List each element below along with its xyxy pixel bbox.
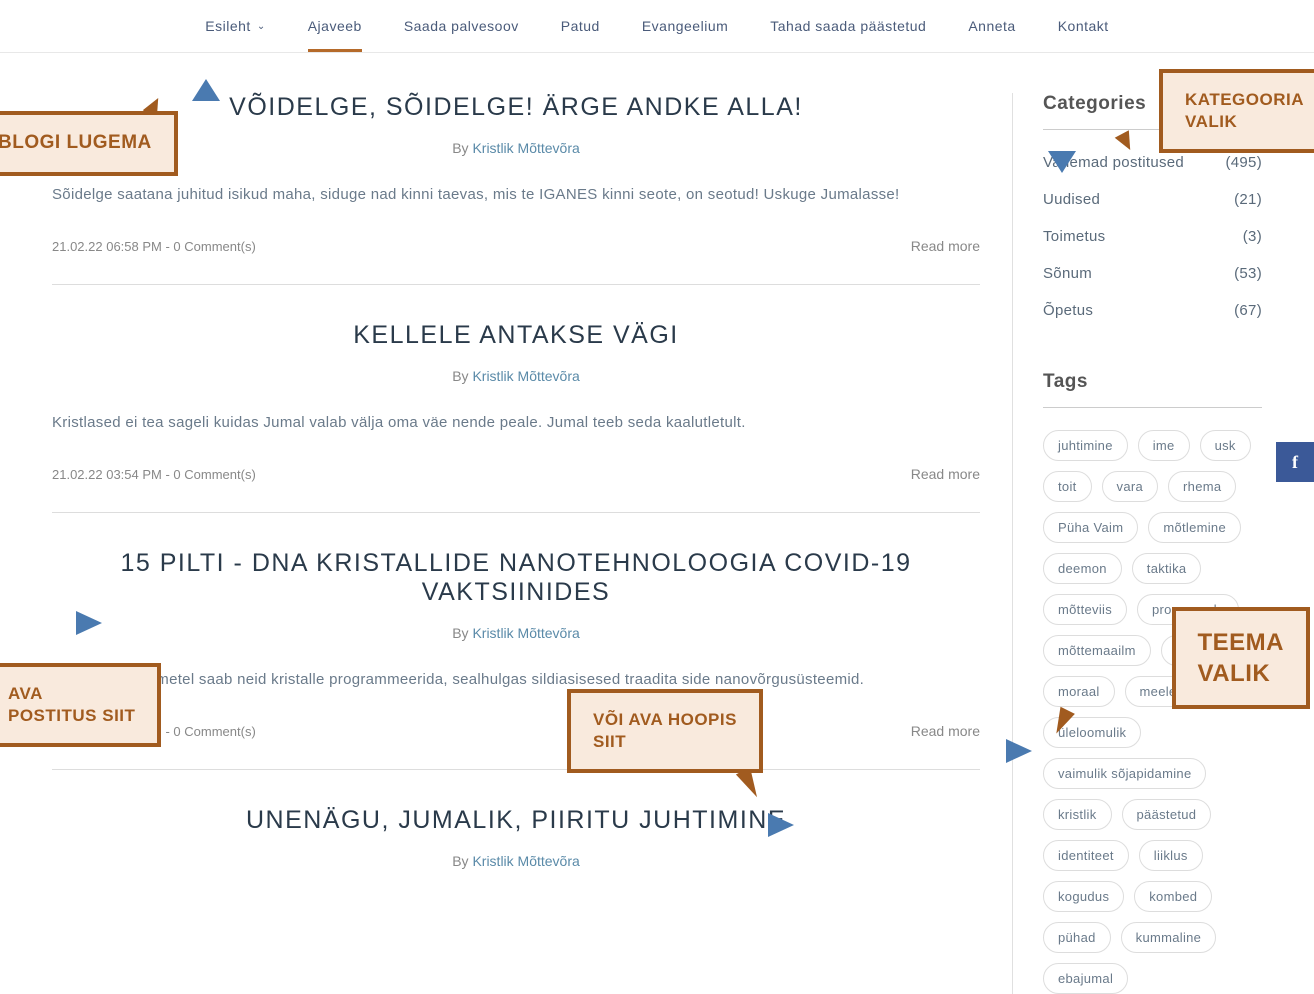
post-excerpt: Kirjanduse andmetel saab neid kristalle … (52, 665, 980, 695)
post-meta: 21.02.22 03:54 PM - 0 Comment(s) Read mor… (52, 466, 980, 482)
nav-item-4[interactable]: Evangeelium (642, 18, 728, 34)
callout-voi: VÕI AVA HOOPISSIIT (567, 689, 763, 773)
tag[interactable]: moraal (1043, 676, 1115, 707)
category-name: Sõnum (1043, 265, 1092, 282)
read-more-link[interactable]: Read more (911, 238, 980, 254)
callout-teema: TEEMAVALIK (1172, 607, 1311, 709)
nav-item-2[interactable]: Saada palvesoov (404, 18, 519, 34)
post-date: 21.02.22 03:54 PM - 0 Comment(s) (52, 467, 256, 482)
post-comments[interactable]: 0 Comment(s) (173, 467, 255, 482)
post: 15 PILTI - DNA KRISTALLIDE NANOTEHNOLOOG… (52, 549, 980, 770)
tag[interactable]: taktika (1132, 553, 1202, 584)
post-date: 21.02.22 06:58 PM - 0 Comment(s) (52, 239, 256, 254)
tag[interactable]: mõtlemine (1148, 512, 1241, 543)
tag[interactable]: vara (1102, 471, 1159, 502)
callout-ava: AVAPOSTITUS SIIT (0, 663, 161, 747)
tag[interactable]: deemon (1043, 553, 1122, 584)
nav-item-7[interactable]: Kontakt (1058, 18, 1109, 34)
tag[interactable]: ebajumal (1043, 963, 1128, 994)
post-excerpt: Kristlased ei tea sageli kuidas Jumal va… (52, 408, 980, 438)
nav-item-0[interactable]: Esileht⌄ (205, 18, 265, 34)
category-count: (3) (1243, 228, 1262, 245)
post-meta: 20.02.22 01:17 PM - 0 Comment(s)Read mor… (52, 723, 980, 739)
facebook-tab[interactable]: f (1276, 442, 1314, 482)
tag[interactable]: mõttemaailm (1043, 635, 1151, 666)
post: KELLELE ANTAKSE VÄGI By Kristlik Mõttevõr… (52, 321, 980, 513)
tag[interactable]: identiteet (1043, 840, 1129, 871)
post-title[interactable]: 15 PILTI - DNA KRISTALLIDE NANOTEHNOLOOG… (52, 549, 980, 607)
category-item[interactable]: Uudised (21) (1043, 181, 1262, 218)
tag[interactable]: kogudus (1043, 881, 1124, 912)
tag[interactable]: vaimulik sõjapidamine (1043, 758, 1206, 789)
tag[interactable]: ime (1138, 430, 1190, 461)
callout-kategooria: KATEGOORIAVALIK (1159, 69, 1314, 153)
post-author[interactable]: Kristlik Mõttevõra (472, 625, 579, 641)
tag[interactable]: toit (1043, 471, 1092, 502)
nav-item-6[interactable]: Anneta (968, 18, 1015, 34)
post-byline: By Kristlik Mõttevõra (52, 625, 980, 641)
nav-item-5[interactable]: Tahad saada päästetud (770, 18, 926, 34)
category-count: (21) (1234, 191, 1262, 208)
post-byline: By Kristlik Mõttevõra (52, 140, 980, 156)
read-more-link[interactable]: Read more (911, 466, 980, 482)
tag[interactable]: kombed (1134, 881, 1212, 912)
main-nav: Esileht⌄ Ajaveeb Saada palvesoov Patud Evang… (0, 0, 1314, 53)
post-author[interactable]: Kristlik Mõttevõra (472, 140, 579, 156)
post-comments[interactable]: 0 Comment(s) (173, 724, 255, 739)
arrow-voi-icon (768, 813, 794, 837)
tag[interactable]: pühad (1043, 922, 1111, 953)
category-count: (67) (1234, 302, 1262, 319)
tag[interactable]: Püha Vaim (1043, 512, 1138, 543)
post-meta: 21.02.22 06:58 PM - 0 Comment(s) Read mor… (52, 238, 980, 254)
tag[interactable]: päästetud (1122, 799, 1212, 830)
post-comments[interactable]: 0 Comment(s) (173, 239, 255, 254)
tag[interactable]: kristlik (1043, 799, 1112, 830)
callout-blogi: BLOGI LUGEMA (0, 111, 178, 176)
tag[interactable]: rhema (1168, 471, 1236, 502)
post: VÕIDELGE, SÕIDELGE! ÄRGE ANDKE ALLA!By K… (52, 93, 980, 285)
post-list: VÕIDELGE, SÕIDELGE! ÄRGE ANDKE ALLA!By K… (52, 93, 980, 994)
chevron-down-icon: ⌄ (257, 21, 266, 32)
arrow-blogi-icon (192, 79, 220, 101)
category-name: Õpetus (1043, 302, 1093, 319)
category-count: (53) (1234, 265, 1262, 282)
post: UNENÄGU, JUMALIK, PIIRITU JUHTIMINE By Kr… (52, 806, 980, 869)
category-name: Uudised (1043, 191, 1100, 208)
post-excerpt: Sõidelge saatana juhitud isikud maha, si… (52, 180, 980, 210)
tag[interactable]: liiklus (1139, 840, 1203, 871)
post-byline: By Kristlik Mõttevõra (52, 368, 980, 384)
arrow-teema-icon (1006, 739, 1032, 763)
category-name: Toimetus (1043, 228, 1105, 245)
post-author[interactable]: Kristlik Mõttevõra (472, 368, 579, 384)
arrow-kategooria-icon (1048, 151, 1076, 173)
category-item[interactable]: Toimetus (3) (1043, 218, 1262, 255)
post-title[interactable]: UNENÄGU, JUMALIK, PIIRITU JUHTIMINE (52, 806, 980, 835)
tag[interactable]: mõtteviis (1043, 594, 1127, 625)
tag-list: juhtimine imeusk toit vara rhema Püha Vaim mõt… (1043, 430, 1262, 994)
category-count: (495) (1225, 154, 1262, 171)
category-item[interactable]: Õpetus (67) (1043, 292, 1262, 329)
read-more-link[interactable]: Read more (911, 723, 980, 739)
arrow-ava-icon (76, 611, 102, 635)
post-title[interactable]: KELLELE ANTAKSE VÄGI (52, 321, 980, 350)
post-author[interactable]: Kristlik Mõttevõra (472, 853, 579, 869)
tag[interactable]: usk (1200, 430, 1251, 461)
tags-heading: Tags (1043, 371, 1262, 408)
nav-item-1[interactable]: Ajaveeb (308, 18, 362, 34)
post-byline: By Kristlik Mõttevõra (52, 853, 980, 869)
sidebar: Categories Vanemad postitused(495)Uudise… (1012, 93, 1262, 994)
category-item[interactable]: Sõnum (53) (1043, 255, 1262, 292)
tag[interactable]: juhtimine (1043, 430, 1128, 461)
tag[interactable]: kummaline (1121, 922, 1217, 953)
nav-item-3[interactable]: Patud (561, 18, 600, 34)
